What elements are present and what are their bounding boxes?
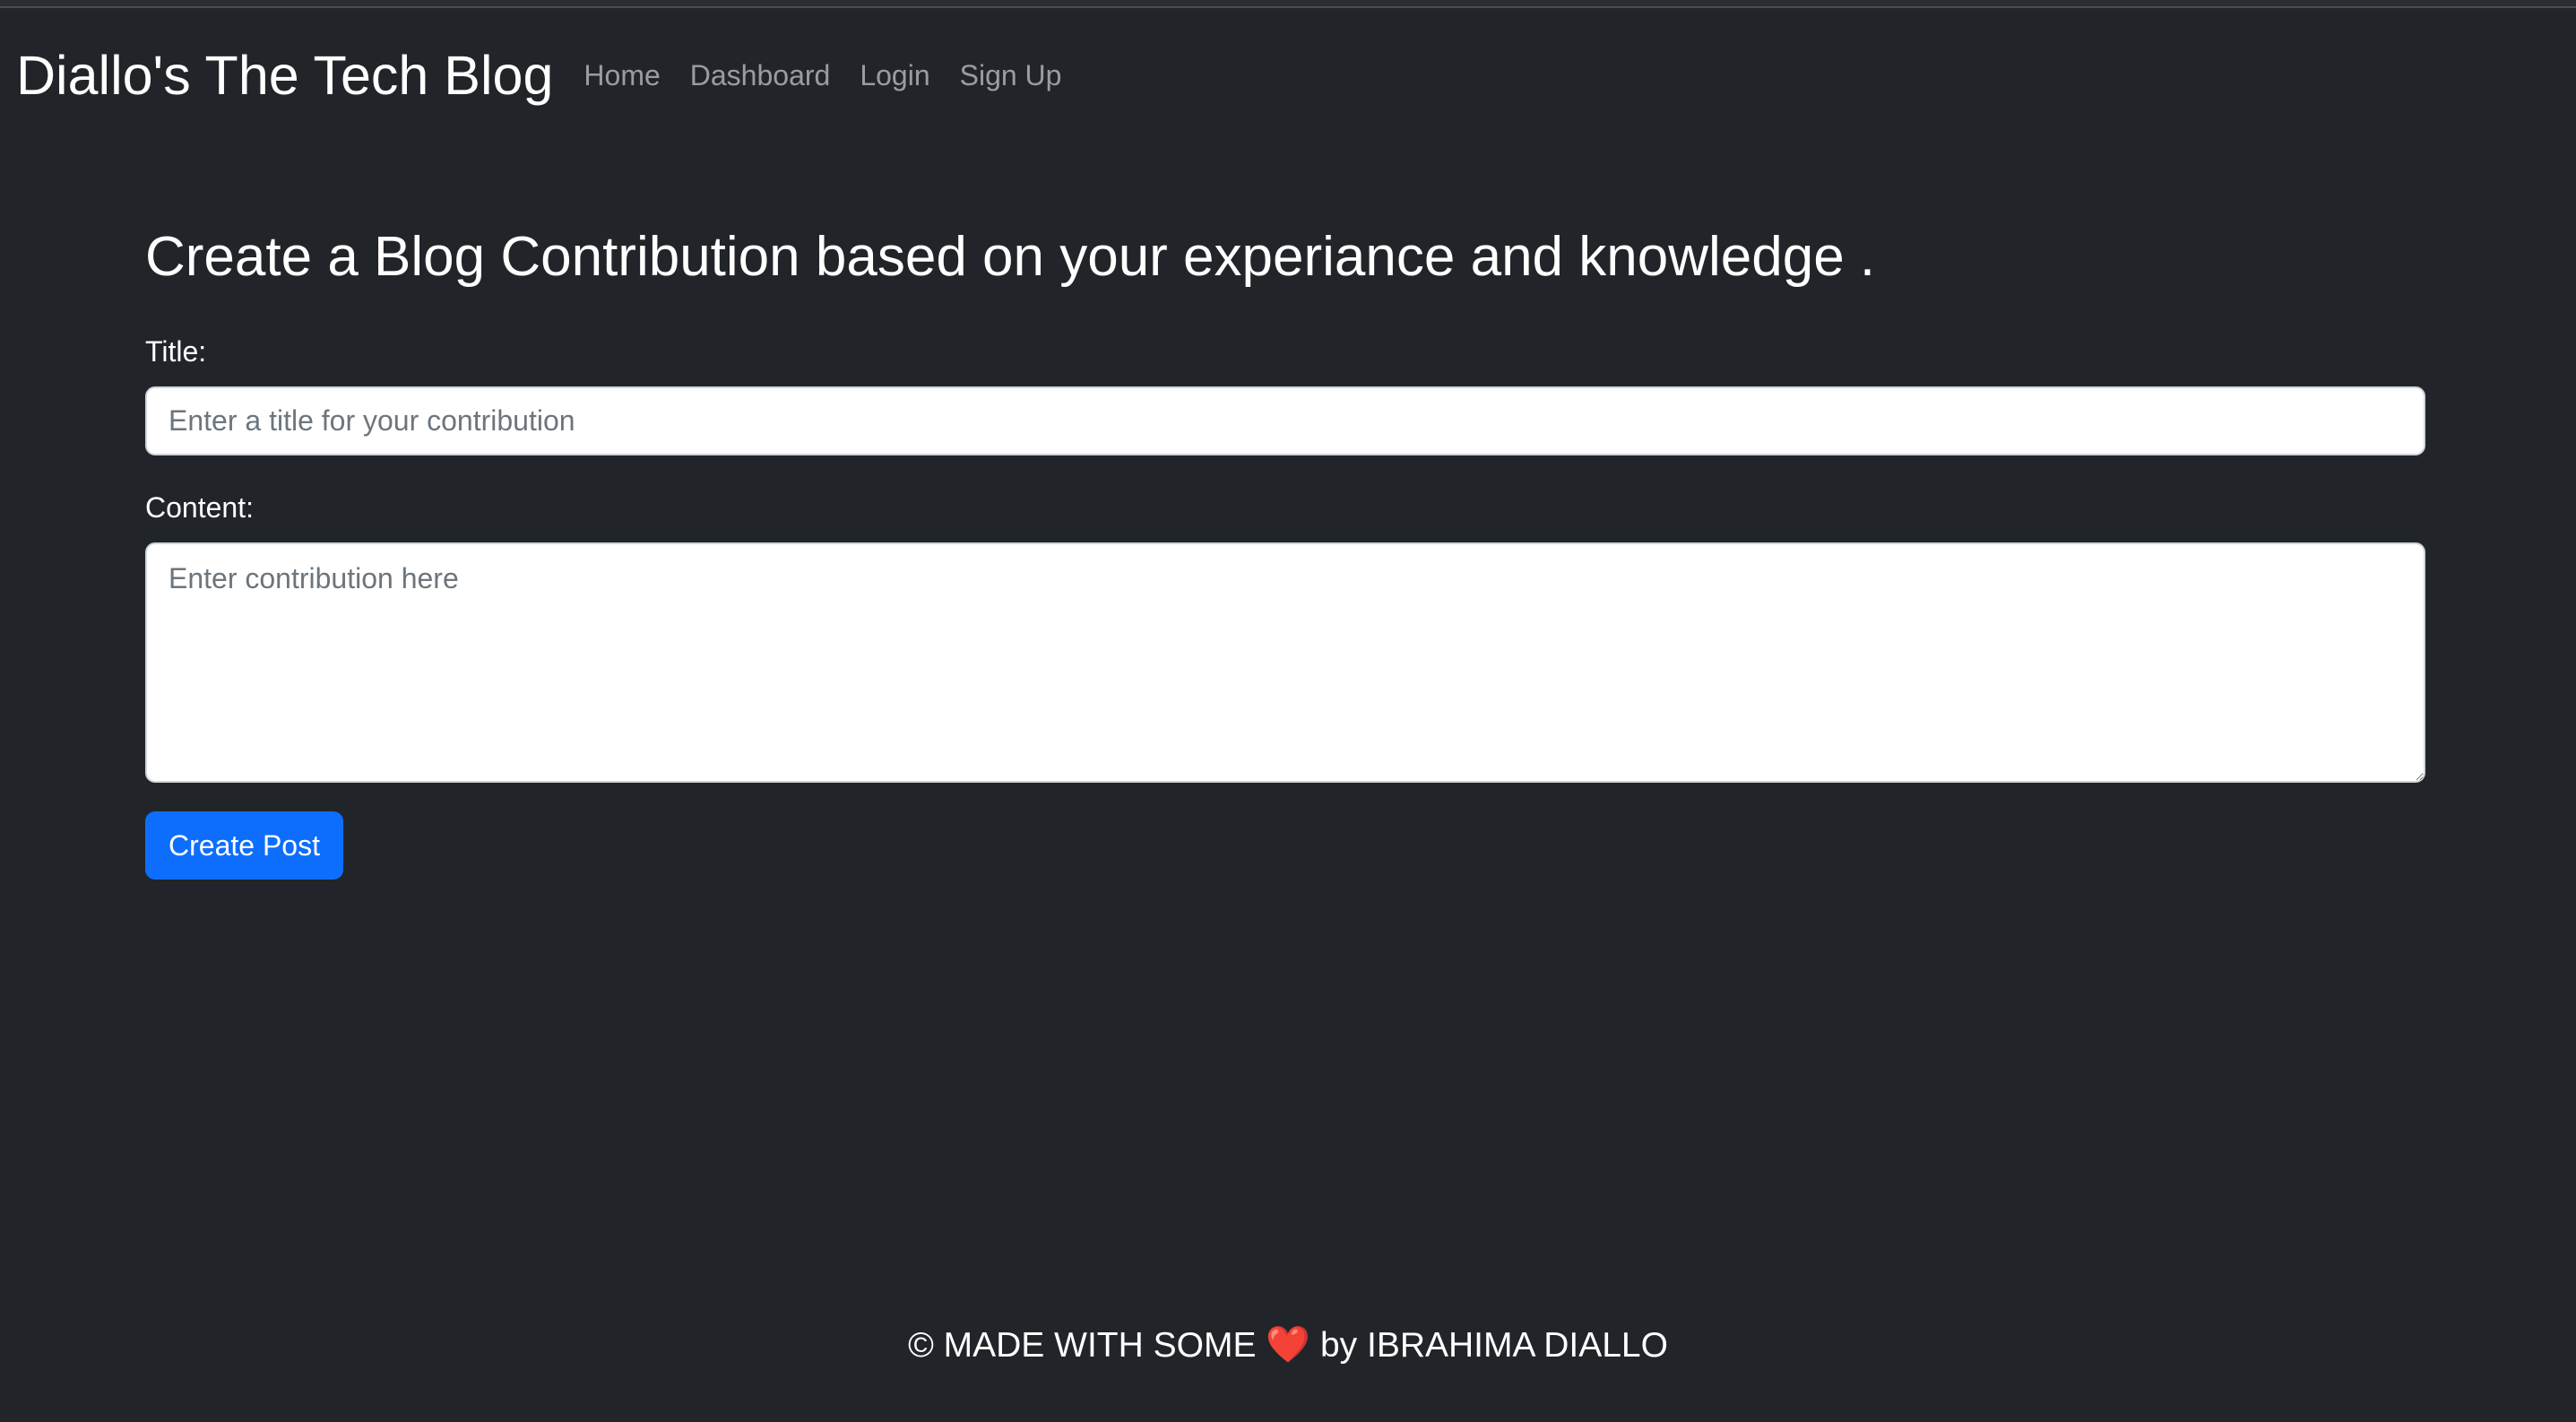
navbar: Diallo's The Tech Blog Home Dashboard Lo…	[0, 8, 2576, 143]
content-label: Content:	[145, 491, 254, 525]
heart-icon: ❤️	[1266, 1325, 1311, 1365]
page-title: Create a Blog Contribution based on your…	[145, 226, 1876, 288]
title-label: Title:	[145, 335, 207, 369]
window-top-border	[0, 0, 2576, 8]
footer: © MADE WITH SOME ❤️ by IBRAHIMA DIALLO	[0, 1327, 2576, 1363]
nav-link-home[interactable]: Home	[583, 52, 660, 100]
create-post-button[interactable]: Create Post	[145, 811, 343, 880]
create-post-form: Create a Blog Contribution based on your…	[145, 224, 2425, 880]
footer-prefix: © MADE WITH SOME	[908, 1326, 1257, 1365]
nav-links: Home Dashboard Login Sign Up	[583, 52, 1091, 100]
nav-link-login[interactable]: Login	[860, 52, 929, 100]
content-textarea[interactable]	[145, 542, 2425, 784]
nav-link-sign-up[interactable]: Sign Up	[960, 52, 1062, 100]
footer-suffix: by IBRAHIMA DIALLO	[1319, 1326, 1668, 1365]
title-input[interactable]	[145, 386, 2425, 456]
brand-title[interactable]: Diallo's The Tech Blog	[16, 48, 553, 103]
nav-link-dashboard[interactable]: Dashboard	[690, 52, 831, 100]
